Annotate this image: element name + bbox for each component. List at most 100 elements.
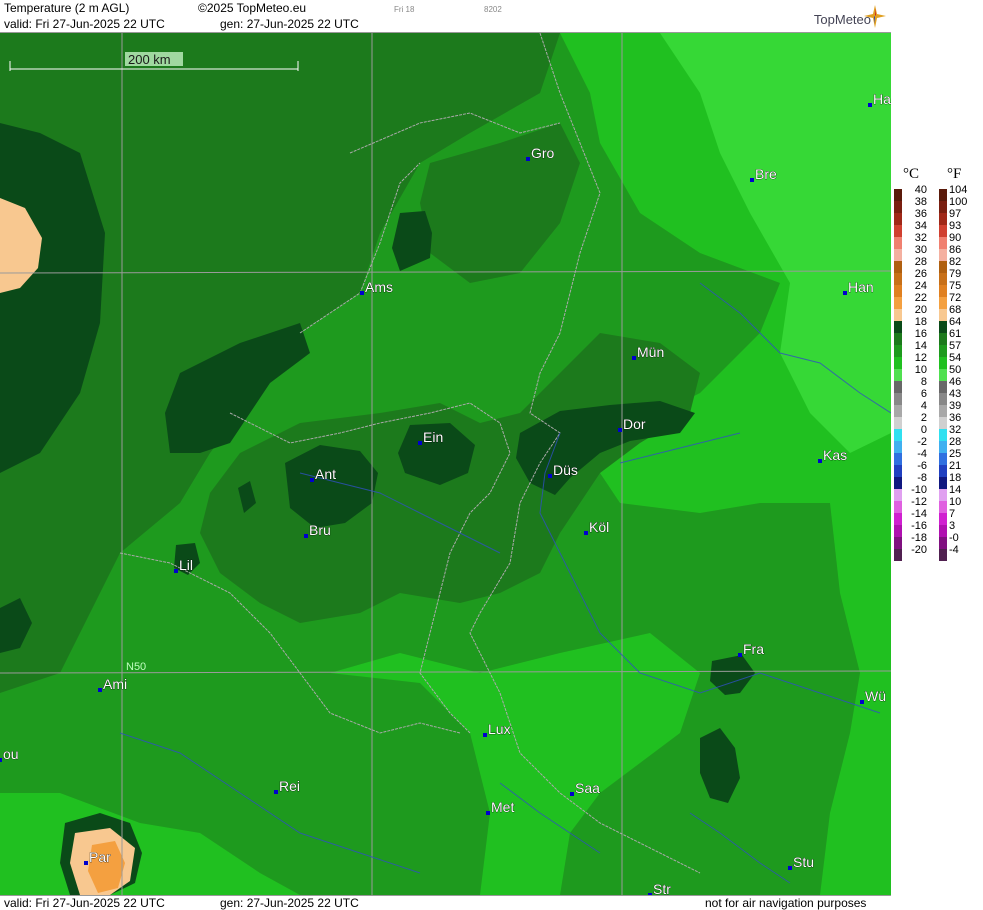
legend-celsius-label: 34 [915, 220, 927, 232]
legend-swatch-f [939, 309, 947, 321]
legend-fahrenheit-label: 93 [949, 220, 961, 232]
legend-swatch-f [939, 249, 947, 261]
city-marker [818, 459, 822, 463]
city-marker [632, 356, 636, 360]
legend-fahrenheit-label: 50 [949, 364, 961, 376]
map-header: Temperature (2 m AGL) ©2025 TopMeteo.eu … [0, 0, 891, 33]
legend-celsius-label: -6 [917, 460, 927, 472]
city-label: Han [848, 279, 874, 295]
city-label: Kas [823, 447, 847, 463]
city-label: Ams [365, 279, 393, 295]
legend-fahrenheit-label: 3 [949, 520, 955, 532]
legend-celsius-label: 40 [915, 184, 927, 196]
legend-celsius-label: -20 [911, 544, 927, 556]
legend-swatch-c [894, 441, 902, 453]
city-label: Met [491, 799, 514, 815]
legend-swatch-f [939, 429, 947, 441]
city-marker [84, 861, 88, 865]
legend-celsius-label: 24 [915, 280, 927, 292]
legend-swatch-c [894, 381, 902, 393]
legend-swatch-c [894, 549, 902, 561]
legend-fahrenheit-label: 32 [949, 424, 961, 436]
legend-fahrenheit-label: 18 [949, 472, 961, 484]
legend-celsius-label: 0 [921, 424, 927, 436]
legend-swatch-f [939, 321, 947, 333]
legend-swatch-f [939, 237, 947, 249]
legend-swatch-f [939, 201, 947, 213]
legend-celsius-label: -16 [911, 520, 927, 532]
temperature-map: 200 km N50 Ha Gro Bre Ams Han Mün Ein Dor Ant Düs… [0, 33, 891, 895]
legend-celsius-label: -14 [911, 508, 927, 520]
city-label: Fra [743, 641, 764, 657]
day-code: Fri 18 [394, 5, 415, 14]
legend-swatch-f [939, 525, 947, 537]
legend-swatch-f [939, 417, 947, 429]
city-label: Ant [315, 466, 336, 482]
legend-swatch-c [894, 225, 902, 237]
legend-fahrenheit-label: 86 [949, 244, 961, 256]
legend-swatch-f [939, 465, 947, 477]
fahrenheit-unit: °F [947, 166, 961, 182]
legend-fahrenheit-label: 72 [949, 292, 961, 304]
city-marker [526, 157, 530, 161]
legend-fahrenheit-label: 54 [949, 352, 961, 364]
legend-fahrenheit-label: 90 [949, 232, 961, 244]
legend-fahrenheit-label: 79 [949, 268, 961, 280]
copyright: ©2025 TopMeteo.eu [198, 1, 307, 15]
legend-fahrenheit-label: 7 [949, 508, 955, 520]
legend-swatch-f [939, 369, 947, 381]
city-label: Par [89, 849, 111, 865]
legend-fahrenheit-label: 57 [949, 340, 961, 352]
legend-swatch-c [894, 189, 902, 201]
city-marker [860, 700, 864, 704]
city-label: ou [3, 746, 19, 762]
legend-fahrenheit-label: 64 [949, 316, 961, 328]
legend-swatch-f [939, 357, 947, 369]
scale-bar-label: 200 km [128, 52, 171, 67]
legend-swatch-f [939, 381, 947, 393]
legend-celsius-label: -10 [911, 484, 927, 496]
city-label: Köl [589, 519, 609, 535]
legend-fahrenheit-label: 43 [949, 388, 961, 400]
city-label: Gro [531, 145, 555, 161]
legend-swatch-c [894, 333, 902, 345]
legend-swatch-c [894, 261, 902, 273]
legend-fahrenheit-label: 39 [949, 400, 961, 412]
gen-time: gen: 27-Jun-2025 22 UTC [220, 17, 359, 31]
city-marker [843, 291, 847, 295]
legend-fahrenheit-label: 28 [949, 436, 961, 448]
legend-fahrenheit-label: 10 [949, 496, 961, 508]
city-marker [483, 733, 487, 737]
legend-celsius-label: 18 [915, 316, 927, 328]
legend-swatch-c [894, 369, 902, 381]
legend-fahrenheit-label: 36 [949, 412, 961, 424]
latitude-label: N50 [126, 661, 146, 673]
city-label: Str [653, 881, 671, 895]
legend-celsius-label: 6 [921, 388, 927, 400]
city-label: Lil [179, 557, 193, 573]
city-marker [174, 569, 178, 573]
map-title: Temperature (2 m AGL) [4, 1, 130, 15]
legend-swatch-c [894, 309, 902, 321]
city-label: Saa [575, 780, 600, 796]
legend-swatch-f [939, 333, 947, 345]
legend-celsius-label: -18 [911, 532, 927, 544]
legend-swatch-c [894, 249, 902, 261]
city-label: Düs [553, 462, 578, 478]
legend-fahrenheit-label: -0 [949, 532, 959, 544]
disclaimer: not for air navigation purposes [705, 896, 867, 910]
legend-celsius-label: 26 [915, 268, 927, 280]
legend-celsius-label: 8 [921, 376, 927, 388]
legend-swatch-c [894, 465, 902, 477]
legend-celsius-label: 28 [915, 256, 927, 268]
footer-valid-time: valid: Fri 27-Jun-2025 22 UTC [4, 896, 165, 910]
legend-swatch-c [894, 417, 902, 429]
legend-fahrenheit-label: 82 [949, 256, 961, 268]
valid-time: valid: Fri 27-Jun-2025 22 UTC [4, 17, 165, 31]
legend-swatch-c [894, 297, 902, 309]
legend-swatch-c [894, 525, 902, 537]
legend-celsius-label: 32 [915, 232, 927, 244]
legend-fahrenheit-label: 25 [949, 448, 961, 460]
city-marker [868, 103, 872, 107]
legend-swatch-c [894, 393, 902, 405]
